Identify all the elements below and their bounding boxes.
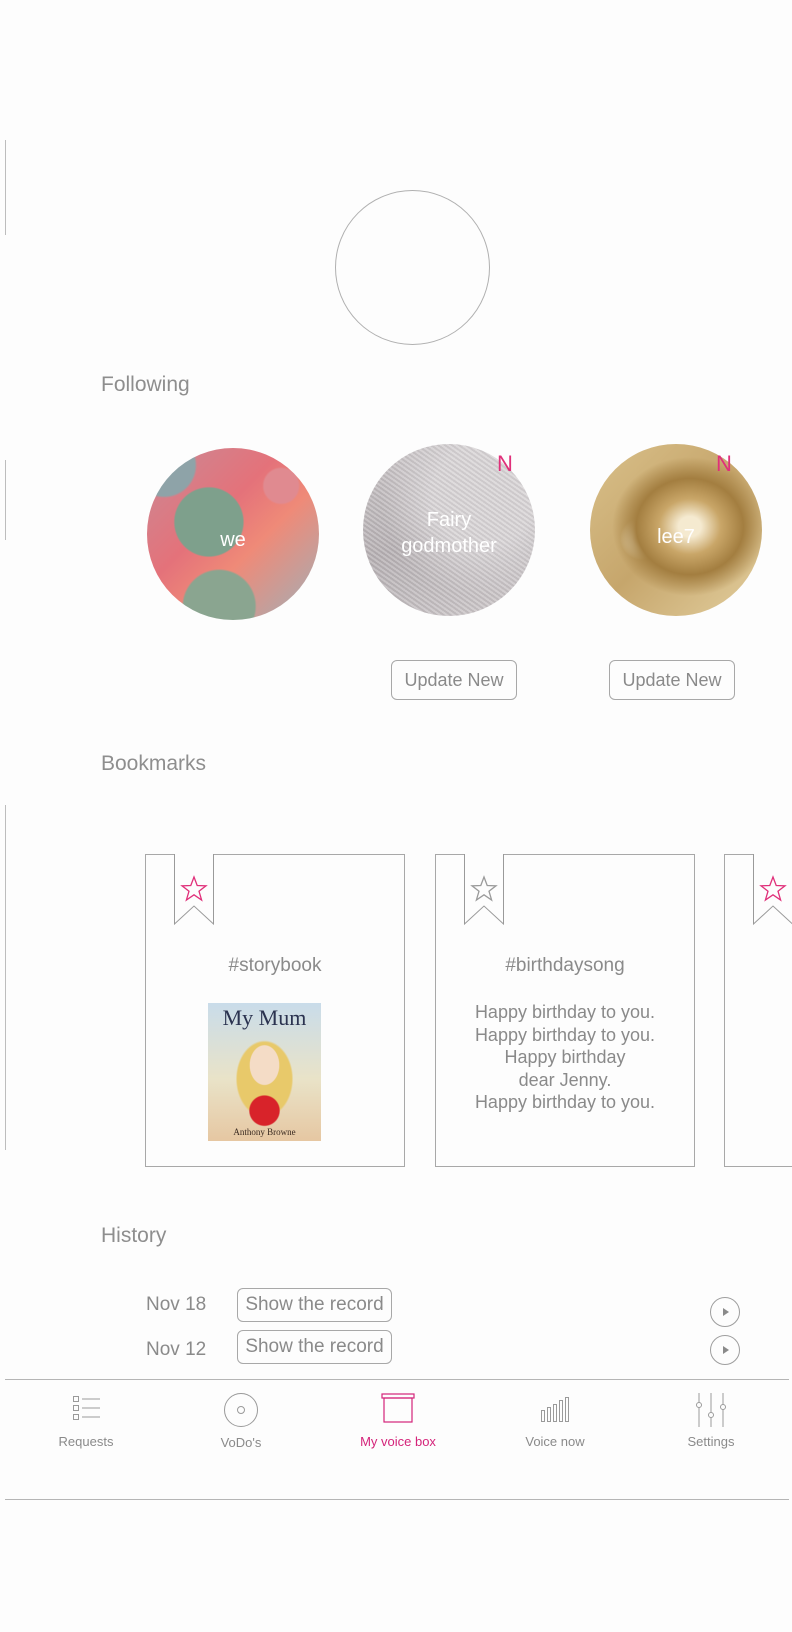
history-title: History	[101, 1224, 167, 1247]
following-item-we[interactable]: we	[147, 448, 319, 620]
nav-item-vodos[interactable]: VoDo's	[176, 1392, 306, 1450]
lyric-line: Happy birthday to you.	[474, 1002, 656, 1022]
update-new-button[interactable]: Update New	[609, 660, 735, 700]
bookmark-tag: #storybook	[228, 955, 322, 976]
sliders-icon	[696, 1393, 726, 1427]
new-badge: N	[497, 451, 513, 476]
nav-bottom-divider	[5, 1499, 789, 1500]
nav-item-settings[interactable]: Settings	[646, 1392, 776, 1449]
following-name: Fairy godmother	[401, 509, 497, 557]
following-name: lee7	[657, 526, 695, 548]
show-record-button[interactable]: Show the record	[237, 1288, 392, 1322]
edge-guide-line	[5, 805, 6, 1150]
nav-label: Settings	[687, 1434, 735, 1449]
nav-label: VoDo's	[220, 1435, 262, 1450]
list-icon	[73, 1396, 100, 1420]
following-item-lee7[interactable]: lee7	[590, 444, 762, 616]
nav-item-my-voice-box[interactable]: My voice box	[333, 1392, 463, 1449]
box-icon	[381, 1393, 415, 1423]
bookmark-card-storybook[interactable]: #storybook My Mum Anthony Browne	[145, 854, 405, 1167]
bookmark-card-birthdaysong[interactable]: #birthdaysong Happy birthday to you. Hap…	[435, 854, 695, 1167]
profile-avatar[interactable]	[335, 190, 490, 345]
nav-label: Requests	[58, 1434, 114, 1449]
update-new-button[interactable]: Update New	[391, 660, 517, 700]
following-name: we	[220, 529, 246, 551]
lyric-line: Happy birthday to you.	[474, 1024, 656, 1045]
play-icon[interactable]	[710, 1297, 740, 1327]
nav-label: Voice now	[525, 1434, 585, 1449]
edge-guide-line	[5, 460, 6, 540]
bookmark-ribbon-icon[interactable]	[464, 854, 504, 926]
disc-icon	[224, 1393, 258, 1427]
nav-divider	[5, 1379, 789, 1380]
song-lyrics: Happy birthday to you. Happy birthday to…	[436, 1001, 694, 1114]
nav-label: My voice box	[360, 1434, 436, 1449]
following-title: Following	[101, 373, 190, 396]
nav-item-voice-now[interactable]: Voice now	[490, 1392, 620, 1449]
book-author: Anthony Browne	[233, 1127, 296, 1137]
edge-guide-line	[5, 140, 6, 235]
bars-icon	[541, 1397, 569, 1422]
history-date: Nov 18	[146, 1294, 207, 1315]
play-icon[interactable]	[710, 1335, 740, 1365]
bookmarks-title: Bookmarks	[101, 752, 207, 775]
bookmark-card-partial[interactable]	[724, 854, 792, 1167]
new-badge: N	[716, 451, 732, 476]
lyric-line: Happy birthday	[504, 1047, 626, 1067]
bookmark-ribbon-icon[interactable]	[753, 854, 792, 926]
history-date: Nov 12	[146, 1339, 207, 1360]
show-record-button[interactable]: Show the record	[237, 1330, 392, 1364]
nav-item-requests[interactable]: Requests	[21, 1392, 151, 1449]
bookmark-ribbon-icon[interactable]	[174, 854, 214, 926]
bookmark-tag: #birthdaysong	[505, 955, 625, 976]
lyric-line: dear Jenny.	[518, 1069, 612, 1090]
lyric-line: Happy birthday to you.	[474, 1092, 656, 1112]
book-title: My Mum	[222, 1005, 307, 1030]
book-cover-image: My Mum Anthony Browne	[208, 1003, 321, 1141]
